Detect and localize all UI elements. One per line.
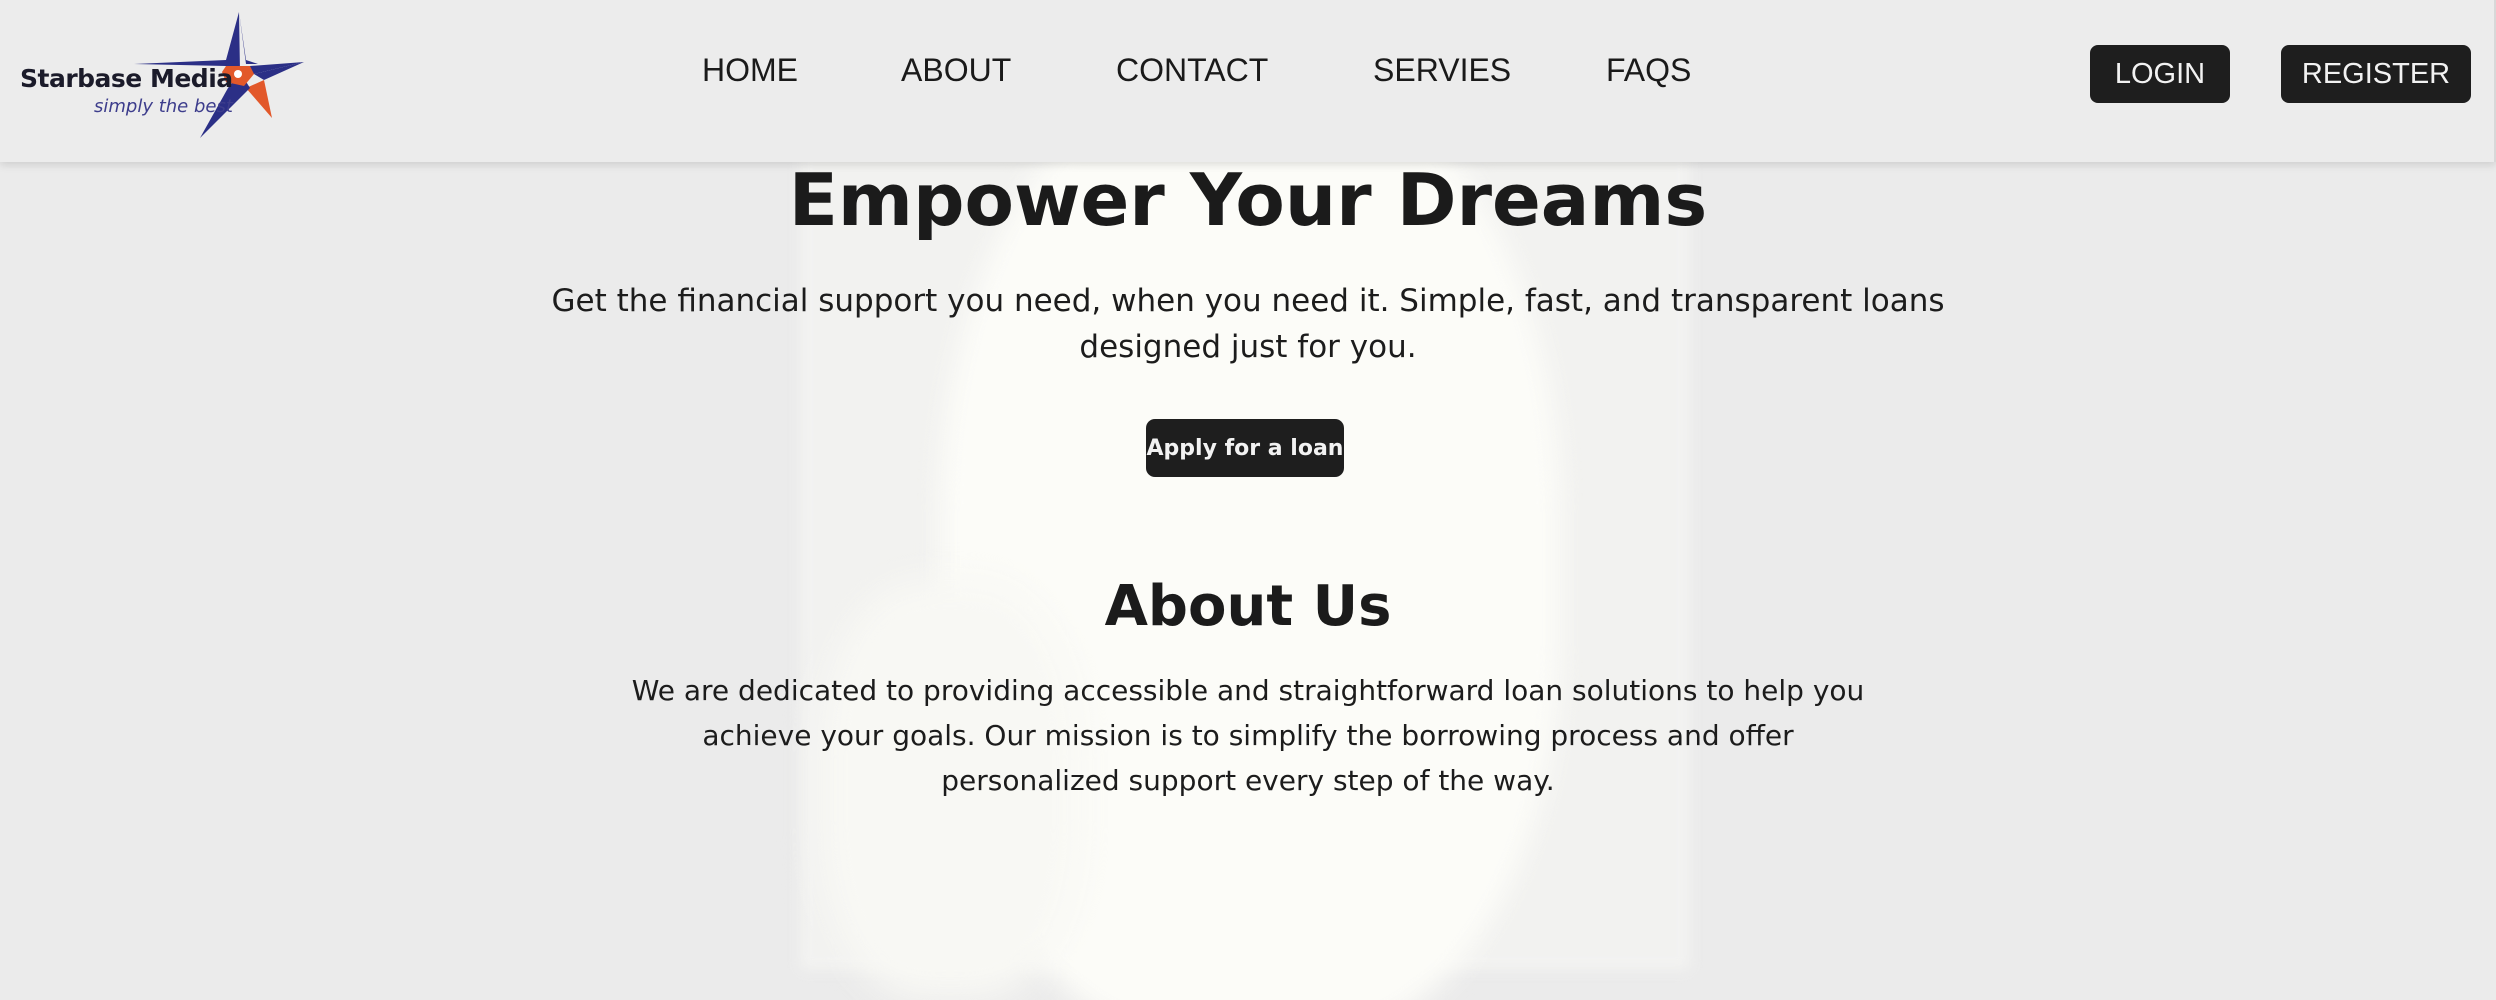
site-header: Starbase Media simply the best HOME ABOU…	[0, 0, 2496, 162]
brand-logo[interactable]: Starbase Media simply the best	[14, 8, 314, 138]
register-button[interactable]: REGISTER	[2281, 45, 2471, 103]
about-text: We are dedicated to providing accessible…	[631, 674, 1865, 797]
nav-item-home[interactable]: HOME	[702, 52, 798, 89]
nav-item-contact[interactable]: CONTACT	[1116, 52, 1268, 89]
nav-item-faqs[interactable]: FAQS	[1606, 52, 1691, 89]
hero-title: Empower Your Dreams	[788, 158, 1708, 242]
page: Starbase Media simply the best HOME ABOU…	[0, 0, 2496, 1000]
nav-item-about[interactable]: ABOUT	[901, 52, 1011, 89]
brand-name: Starbase Media	[20, 64, 233, 93]
apply-for-loan-button[interactable]: Apply for a loan	[1146, 419, 1344, 477]
hero-subtitle: Get the financial support you need, when…	[551, 283, 1945, 365]
login-button[interactable]: LOGIN	[2090, 45, 2230, 103]
about-title: About Us	[1104, 574, 1392, 639]
nav-item-services[interactable]: SERVIES	[1373, 52, 1511, 89]
brand-tagline: simply the best	[94, 96, 233, 117]
